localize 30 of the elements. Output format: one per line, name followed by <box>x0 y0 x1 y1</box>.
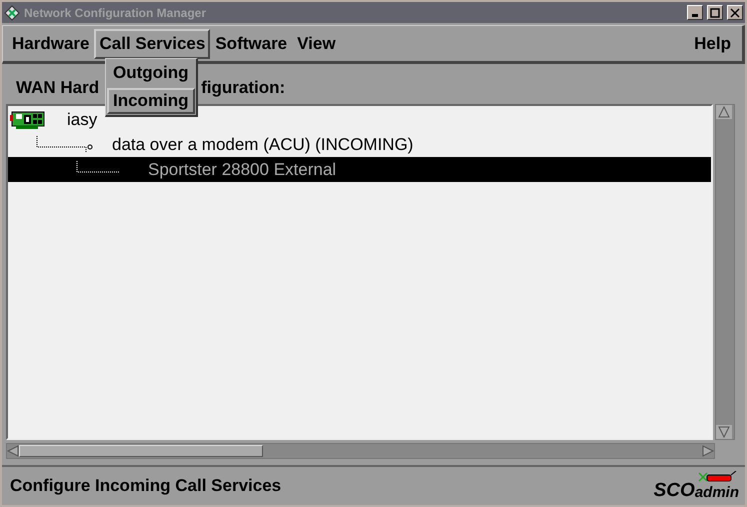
tree-connector <box>36 136 94 154</box>
logo-text: SCO <box>654 480 695 500</box>
section-label: figuration: <box>201 78 286 99</box>
app-icon[interactable] <box>4 4 20 20</box>
scroll-left-icon[interactable] <box>7 445 19 457</box>
minimize-button[interactable] <box>687 5 703 20</box>
menu-option[interactable]: Outgoing <box>107 60 195 86</box>
close-button[interactable] <box>727 5 743 20</box>
scroll-right-icon[interactable] <box>702 445 714 457</box>
menu-option[interactable]: Incoming <box>107 88 195 114</box>
network-card-icon <box>10 110 46 128</box>
status-message: Configure Incoming Call Services <box>10 476 282 496</box>
minimize-icon <box>692 14 698 17</box>
menu-item[interactable]: Hardware <box>7 28 94 58</box>
logo-text: admin <box>694 484 739 500</box>
tree-item[interactable]: data over a modem (ACU) (INCOMING) <box>112 134 414 154</box>
menu-item[interactable]: Help <box>689 28 736 58</box>
maximize-button[interactable] <box>707 5 723 20</box>
logo-icon <box>697 470 737 482</box>
scroll-down-icon[interactable] <box>716 425 732 439</box>
vertical-scrollbar[interactable] <box>715 104 735 440</box>
horizontal-scrollbar[interactable] <box>6 443 715 459</box>
window-title: Network Configuration Manager <box>24 6 208 20</box>
close-icon <box>730 8 740 18</box>
maximize-icon <box>710 8 720 18</box>
menu-item[interactable]: Software <box>210 28 292 58</box>
section-label: WAN Hard <box>16 78 100 99</box>
scroll-up-icon[interactable] <box>716 105 732 119</box>
tree-item[interactable]: iasy <box>67 110 98 130</box>
menu-item[interactable]: View <box>292 28 341 58</box>
